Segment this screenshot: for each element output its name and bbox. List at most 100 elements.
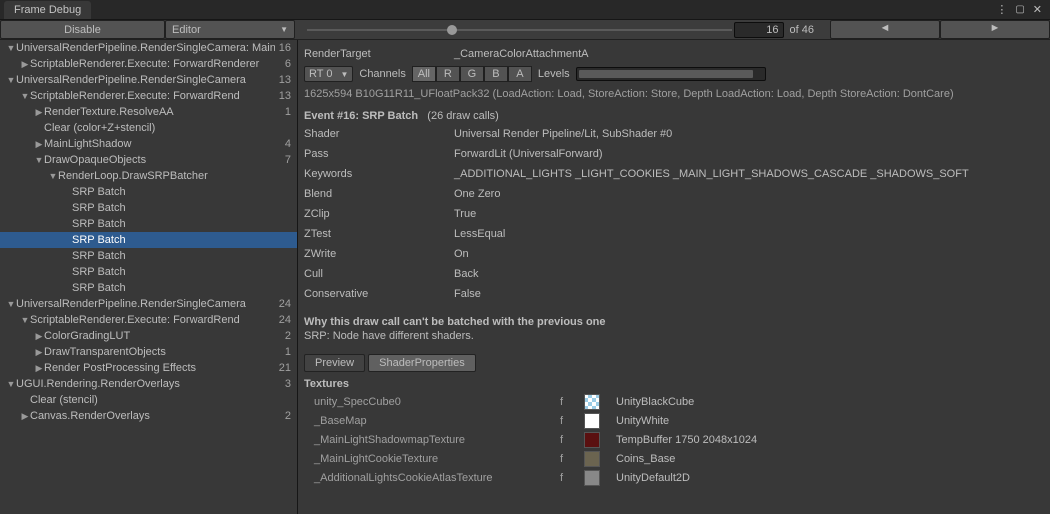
channel-r-button[interactable]: R — [436, 66, 460, 82]
texture-type: f — [560, 396, 584, 408]
tree-label: ColorGradingLUT — [44, 330, 281, 342]
foldout-open-icon[interactable]: ▼ — [34, 155, 44, 165]
disable-button[interactable]: Disable — [0, 20, 165, 39]
prev-button[interactable]: ◄ — [830, 20, 940, 39]
event-slider[interactable] — [307, 29, 732, 31]
toolbar: Disable Editor ▼ of 46 ◄ ► — [0, 20, 1050, 40]
tree-row[interactable]: ▶Render PostProcessing Effects21 — [0, 360, 297, 376]
tree-row[interactable]: ▼UGUI.Rendering.RenderOverlays3 — [0, 376, 297, 392]
property-key: ZWrite — [304, 248, 454, 260]
property-row: ZClipTrue — [304, 204, 1044, 224]
property-key: Pass — [304, 148, 454, 160]
tree-row[interactable]: SRP Batch — [0, 232, 297, 248]
foldout-open-icon[interactable]: ▼ — [48, 171, 58, 181]
tree-row[interactable]: SRP Batch — [0, 200, 297, 216]
tree-row[interactable]: Clear (stencil) — [0, 392, 297, 408]
property-row: Keywords_ADDITIONAL_LIGHTS _LIGHT_COOKIE… — [304, 164, 1044, 184]
channel-all-button[interactable]: All — [412, 66, 436, 82]
tree-row[interactable]: SRP Batch — [0, 280, 297, 296]
foldout-closed-icon[interactable]: ▶ — [20, 411, 30, 422]
channel-b-button[interactable]: B — [484, 66, 508, 82]
context-menu-icon[interactable]: ⋮ — [996, 3, 1007, 16]
batch-reason: SRP: Node have different shaders. — [304, 330, 1044, 342]
tree-row[interactable]: ▼UniversalRenderPipeline.RenderSingleCam… — [0, 72, 297, 88]
textures-header: Textures — [304, 378, 1044, 390]
tree-count: 13 — [275, 74, 291, 86]
texture-type: f — [560, 434, 584, 446]
property-value: On — [454, 248, 469, 260]
tree-row[interactable]: SRP Batch — [0, 248, 297, 264]
texture-row[interactable]: _BaseMapfUnityWhite — [304, 411, 1044, 430]
tree-row[interactable]: SRP Batch — [0, 264, 297, 280]
foldout-open-icon[interactable]: ▼ — [6, 379, 16, 389]
event-number-field[interactable] — [734, 22, 784, 38]
property-value: Back — [454, 268, 478, 280]
property-value: ForwardLit (UniversalForward) — [454, 148, 603, 160]
property-key: Keywords — [304, 168, 454, 180]
event-tree[interactable]: ▼UniversalRenderPipeline.RenderSingleCam… — [0, 40, 298, 514]
tree-label: SRP Batch — [72, 218, 291, 230]
foldout-closed-icon[interactable]: ▶ — [20, 59, 30, 70]
property-value: False — [454, 288, 481, 300]
tree-label: SRP Batch — [72, 202, 291, 214]
tree-label: UniversalRenderPipeline.RenderSingleCame… — [16, 298, 275, 310]
foldout-open-icon[interactable]: ▼ — [6, 43, 16, 53]
channel-a-button[interactable]: A — [508, 66, 532, 82]
texture-swatch — [584, 394, 600, 410]
batch-header: Why this draw call can't be batched with… — [304, 316, 1044, 328]
tree-label: Clear (stencil) — [30, 394, 291, 406]
texture-row[interactable]: _AdditionalLightsCookieAtlasTexturefUnit… — [304, 468, 1044, 487]
foldout-closed-icon[interactable]: ▶ — [34, 107, 44, 118]
texture-row[interactable]: _MainLightShadowmapTexturefTempBuffer 17… — [304, 430, 1044, 449]
tree-label: UniversalRenderPipeline.RenderSingleCame… — [16, 74, 275, 86]
foldout-open-icon[interactable]: ▼ — [20, 91, 30, 101]
tree-row[interactable]: SRP Batch — [0, 216, 297, 232]
tree-row[interactable]: ▶ScriptableRenderer.Execute: ForwardRend… — [0, 56, 297, 72]
close-icon[interactable]: ✕ — [1033, 3, 1042, 16]
tree-row[interactable]: SRP Batch — [0, 184, 297, 200]
next-button[interactable]: ► — [940, 20, 1050, 39]
levels-slider[interactable] — [576, 67, 766, 81]
channel-g-button[interactable]: G — [460, 66, 484, 82]
texture-row[interactable]: _MainLightCookieTexturefCoins_Base — [304, 449, 1044, 468]
tree-row[interactable]: Clear (color+Z+stencil) — [0, 120, 297, 136]
tree-row[interactable]: ▶RenderTexture.ResolveAA1 — [0, 104, 297, 120]
rt-dropdown[interactable]: RT 0 ▼ — [304, 66, 353, 82]
foldout-closed-icon[interactable]: ▶ — [34, 363, 44, 374]
foldout-closed-icon[interactable]: ▶ — [34, 331, 44, 342]
tree-row[interactable]: ▼DrawOpaqueObjects7 — [0, 152, 297, 168]
tab-preview[interactable]: Preview — [304, 354, 365, 372]
texture-name: _MainLightShadowmapTexture — [304, 434, 560, 446]
tree-label: DrawTransparentObjects — [44, 346, 281, 358]
foldout-closed-icon[interactable]: ▶ — [34, 347, 44, 358]
tree-row[interactable]: ▼RenderLoop.DrawSRPBatcher — [0, 168, 297, 184]
tree-label: UGUI.Rendering.RenderOverlays — [16, 378, 281, 390]
foldout-open-icon[interactable]: ▼ — [6, 299, 16, 309]
tree-label: Clear (color+Z+stencil) — [44, 122, 291, 134]
tree-row[interactable]: ▼UniversalRenderPipeline.RenderSingleCam… — [0, 296, 297, 312]
channel-buttons: All R G B A — [412, 66, 532, 82]
tree-row[interactable]: ▼ScriptableRenderer.Execute: ForwardRend… — [0, 88, 297, 104]
property-row: ConservativeFalse — [304, 284, 1044, 304]
tree-label: SRP Batch — [72, 234, 291, 246]
texture-row[interactable]: unity_SpecCube0fUnityBlackCube — [304, 392, 1044, 411]
maximize-icon[interactable]: ▢ — [1015, 4, 1024, 15]
tree-row[interactable]: ▶Canvas.RenderOverlays2 — [0, 408, 297, 424]
texture-value: Coins_Base — [616, 453, 675, 465]
tab-shader-properties[interactable]: ShaderProperties — [368, 354, 476, 372]
foldout-closed-icon[interactable]: ▶ — [34, 139, 44, 150]
foldout-open-icon[interactable]: ▼ — [6, 75, 16, 85]
window-controls: ⋮ ▢ ✕ — [996, 0, 1050, 19]
tree-row[interactable]: ▼ScriptableRenderer.Execute: ForwardRend… — [0, 312, 297, 328]
tree-label: SRP Batch — [72, 282, 291, 294]
texture-type: f — [560, 453, 584, 465]
property-key: Shader — [304, 128, 454, 140]
tab-frame-debug[interactable]: Frame Debug — [4, 1, 91, 19]
tree-row[interactable]: ▼UniversalRenderPipeline.RenderSingleCam… — [0, 40, 297, 56]
target-dropdown[interactable]: Editor ▼ — [165, 20, 295, 39]
tree-row[interactable]: ▶ColorGradingLUT2 — [0, 328, 297, 344]
tree-row[interactable]: ▶DrawTransparentObjects1 — [0, 344, 297, 360]
property-row: CullBack — [304, 264, 1044, 284]
foldout-open-icon[interactable]: ▼ — [20, 315, 30, 325]
tree-row[interactable]: ▶MainLightShadow4 — [0, 136, 297, 152]
